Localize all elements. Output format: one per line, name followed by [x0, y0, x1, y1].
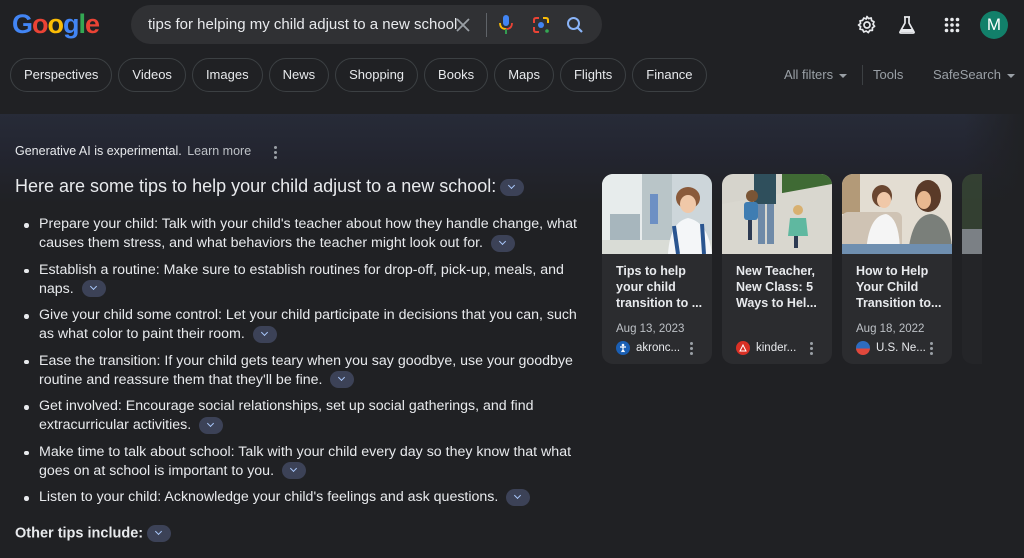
safesearch-label: SafeSearch [933, 67, 1001, 82]
chip-finance[interactable]: Finance [632, 58, 707, 92]
tip-text: Get involved: Encourage social relations… [39, 398, 534, 433]
learn-more-link[interactable]: Learn more [187, 144, 251, 158]
chip-perspectives[interactable]: Perspectives [10, 58, 113, 92]
list-item: Listen to your child: Acknowledge your c… [24, 488, 579, 507]
card-more-options-icon[interactable] [927, 341, 935, 355]
tip-text: Establish a routine: Make sure to establ… [39, 261, 564, 297]
list-item: Prepare your child: Talk with your child… [24, 215, 579, 253]
caret-down-icon [1006, 73, 1015, 78]
expand-chevron-icon[interactable] [81, 280, 106, 298]
tools-button[interactable]: Tools [873, 67, 903, 82]
card-more-options-icon[interactable] [687, 341, 695, 355]
expand-chevron-icon[interactable] [330, 371, 355, 389]
google-lens-icon[interactable] [530, 14, 552, 36]
safesearch-dropdown[interactable]: SafeSearch [933, 67, 1015, 82]
search-type-chips: Perspectives Videos Images News Shopping… [10, 58, 707, 92]
source-card[interactable]: How to Help Your Child Transition to... … [842, 174, 952, 364]
apps-grid-icon[interactable] [940, 13, 964, 37]
source-cards-carousel: Tips to help your child transition to ..… [602, 174, 982, 364]
card-title[interactable]: How to Help Your Child Transition to... [856, 263, 946, 311]
expand-chevron-icon[interactable] [506, 488, 531, 506]
source-favicon-icon [736, 341, 750, 355]
card-more-options-icon[interactable] [807, 341, 815, 355]
card-source: U.S. Ne... [856, 341, 926, 355]
tip-text: Ease the transition: If your child gets … [39, 352, 573, 388]
all-filters-label: All filters [784, 67, 834, 82]
card-thumbnail [602, 174, 712, 254]
logo-letter: o [47, 9, 64, 39]
list-item: Give your child some control: Let your c… [24, 306, 579, 344]
tip-text: Listen to your child: Acknowledge your c… [39, 489, 499, 505]
search-input[interactable]: tips for helping my child adjust to a ne… [148, 16, 457, 33]
expand-chevron-icon[interactable] [199, 416, 224, 434]
list-item: Ease the transition: If your child gets … [24, 352, 579, 390]
card-source: kinder... [736, 341, 796, 355]
expand-chevron-icon[interactable] [500, 178, 525, 196]
chip-maps[interactable]: Maps [494, 58, 554, 92]
filters-divider [862, 65, 863, 85]
chip-books[interactable]: Books [424, 58, 489, 92]
labs-flask-icon[interactable] [895, 13, 919, 37]
tips-list: Prepare your child: Talk with your child… [24, 215, 579, 515]
card-date: Aug 18, 2022 [856, 323, 925, 335]
chip-news[interactable]: News [268, 58, 330, 92]
gear-icon[interactable] [855, 13, 879, 37]
other-tips-heading: Other tips include: [15, 525, 172, 542]
logo-letter: g [63, 9, 79, 39]
source-favicon-icon [616, 341, 630, 355]
tip-text: Give your child some control: Let your c… [39, 307, 577, 342]
ai-overview-title: Here are some tips to help your child ad… [15, 176, 525, 197]
more-options-icon[interactable] [270, 144, 280, 160]
search-divider [486, 13, 487, 37]
caret-down-icon [839, 73, 848, 78]
search-icon[interactable] [564, 14, 586, 36]
source-card[interactable]: New Teacher, New Class: 5 Ways to Hel...… [722, 174, 832, 364]
all-filters-dropdown[interactable]: All filters [784, 67, 848, 82]
ai-experimental-notice: Generative AI is experimental. Learn mor… [15, 144, 251, 158]
expand-chevron-icon[interactable] [252, 325, 277, 343]
header: Google tips for helping my child adjust … [0, 0, 1024, 50]
card-source: akronc... [616, 341, 680, 355]
chip-shopping[interactable]: Shopping [335, 58, 419, 92]
ai-notice-text: Generative AI is experimental. [15, 144, 182, 158]
source-card[interactable]: Tips to help your child transition to ..… [602, 174, 712, 364]
chip-images[interactable]: Images [191, 58, 263, 92]
list-item: Establish a routine: Make sure to establ… [24, 261, 579, 299]
expand-chevron-icon[interactable] [147, 525, 172, 542]
microphone-icon[interactable] [495, 14, 517, 36]
search-box[interactable]: tips for helping my child adjust to a ne… [131, 5, 602, 44]
chip-flights[interactable]: Flights [559, 58, 627, 92]
other-tips-text: Other tips include: [15, 525, 144, 542]
expand-chevron-icon[interactable] [490, 234, 515, 252]
card-title[interactable]: New Teacher, New Class: 5 Ways to Hel... [736, 263, 826, 311]
card-thumbnail [722, 174, 832, 254]
source-name: kinder... [756, 342, 797, 354]
logo-letter: G [12, 9, 33, 39]
expand-chevron-icon[interactable] [281, 462, 306, 480]
clear-icon[interactable] [452, 14, 474, 36]
source-card-partial[interactable] [962, 174, 982, 364]
card-date: Aug 13, 2023 [616, 323, 685, 335]
source-favicon-icon [856, 341, 870, 355]
logo-letter: e [85, 9, 100, 39]
chip-videos[interactable]: Videos [118, 58, 186, 92]
source-name: akronc... [636, 342, 681, 354]
google-logo[interactable]: Google [12, 9, 100, 39]
list-item: Get involved: Encourage social relations… [24, 397, 579, 435]
list-item: Make time to talk about school: Talk wit… [24, 443, 579, 481]
logo-letter: o [32, 9, 48, 39]
card-title[interactable]: Tips to help your child transition to ..… [616, 263, 706, 311]
source-name: U.S. Ne... [876, 342, 926, 354]
ai-title-text: Here are some tips to help your child ad… [15, 176, 497, 196]
account-avatar[interactable]: M [980, 11, 1008, 39]
card-thumbnail [842, 174, 952, 254]
